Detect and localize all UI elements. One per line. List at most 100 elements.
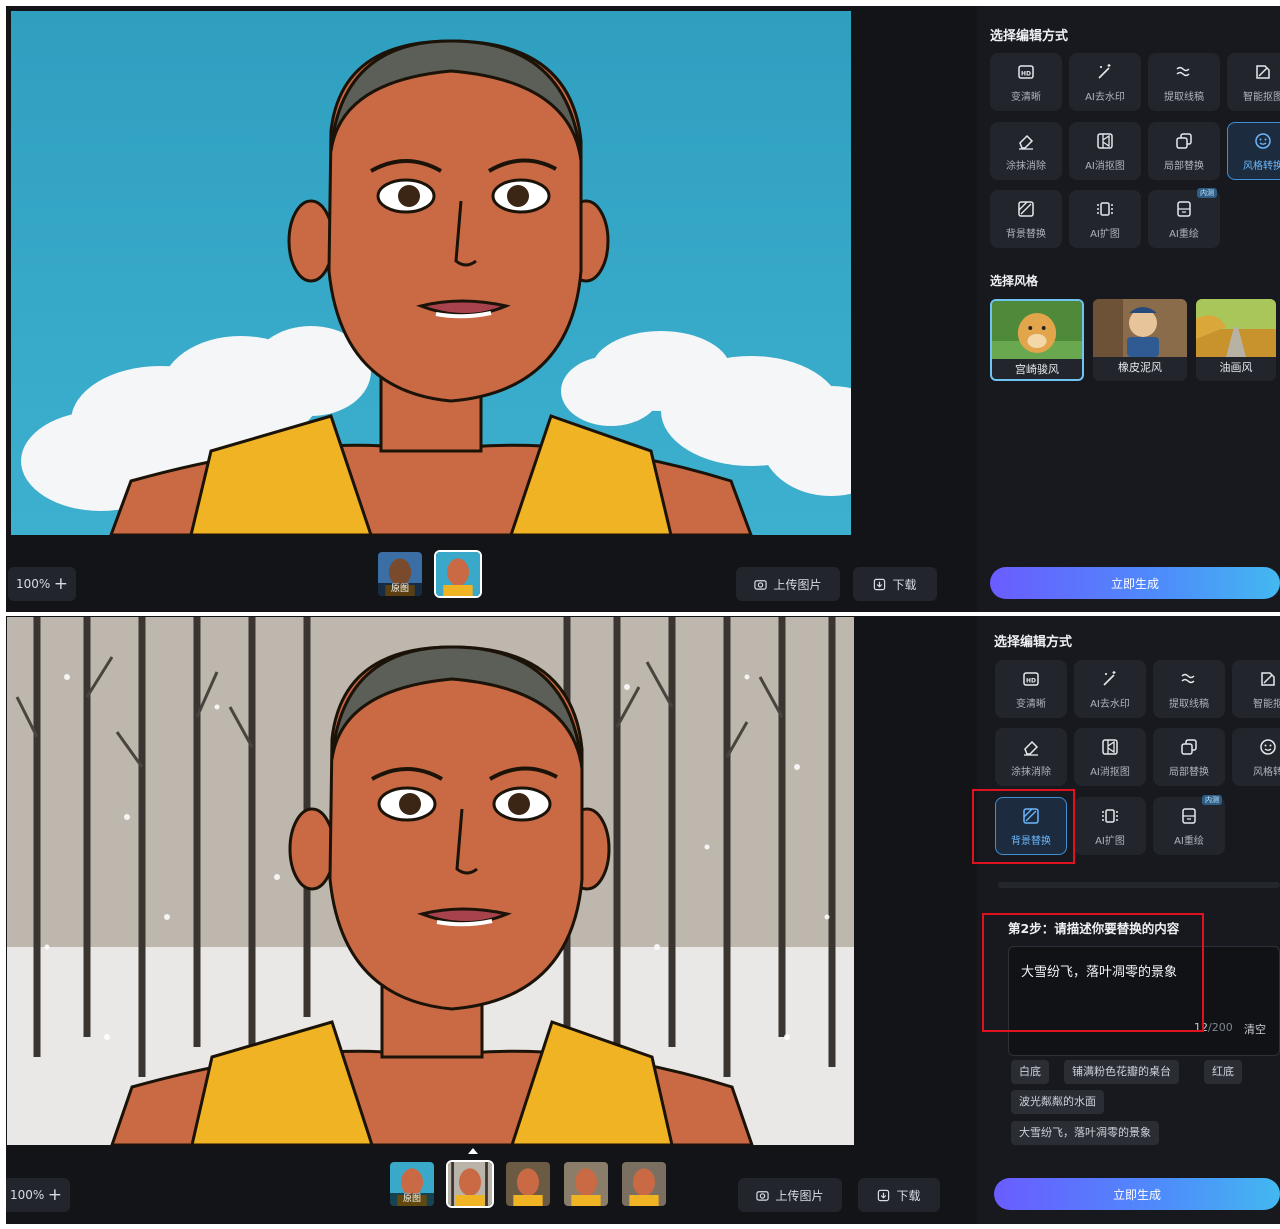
tool-partial-replace[interactable]: 局部替换 [1148,122,1220,180]
zoom-control[interactable]: 100% + [8,567,76,601]
style-label: 橡皮泥风 [1118,361,1162,374]
preset-chip[interactable]: 波光粼粼的水面 [1011,1090,1104,1114]
download-button[interactable]: 下载 [858,1178,940,1212]
tool-label: AI重绘 [1174,835,1204,847]
upload-image-button[interactable]: 上传图片 [736,567,840,601]
smart-cutout-icon [1261,671,1275,686]
download-icon [878,1189,890,1201]
tool-label: 风格转 [1253,766,1280,778]
selected-indicator [468,1148,478,1154]
tool-extract-lines[interactable]: 提取线稿 [1148,53,1220,111]
tool-smear-erase[interactable]: 涂抹消除 [995,728,1067,786]
line-extract-icon [1181,673,1195,683]
magic-wand-icon [1098,63,1111,79]
partial-replace-icon [1181,738,1197,755]
generate-button[interactable]: 立即生成 [990,567,1280,599]
zoom-value: 100% [10,1188,45,1202]
thumbnail-snow-3[interactable] [562,1160,610,1208]
tool-ai-expand[interactable]: AI扩图 [1074,797,1146,855]
magic-wand-icon [1103,670,1116,686]
thumbnail-snow-2[interactable] [504,1160,552,1208]
tool-enhance[interactable]: HD 变清晰 [995,660,1067,718]
tool-style-transfer[interactable]: 风格转 [1232,728,1280,786]
tool-label: 提取线稿 [1169,698,1209,710]
tool-remove-watermark[interactable]: AI去水印 [1074,660,1146,718]
style-transfer-icon [1260,738,1276,755]
clay-figure-preview [1093,299,1187,357]
eraser-icon [1019,134,1034,150]
zoom-value: 100% [16,577,51,591]
thumbnail-original[interactable]: 原图 [388,1160,436,1208]
beta-badge: 内测 [1202,795,1222,805]
thumbnail-snow-4[interactable] [620,1160,668,1208]
redraw-icon [1182,807,1196,824]
thumbnail-ghibli[interactable] [434,550,482,598]
preset-chip[interactable]: 白底 [1011,1060,1049,1084]
tool-ai-expand[interactable]: AI扩图 [1069,190,1141,248]
tool-enhance[interactable]: HD 变清晰 [990,53,1062,111]
tool-label: AI扩图 [1090,228,1120,240]
variant-thumb [564,1162,608,1206]
style-label: 油画风 [1219,361,1253,374]
expand-icon [1097,201,1113,216]
ai-cutout-icon [1097,132,1113,149]
preset-chip[interactable]: 大雪纷飞，落叶凋零的景象 [1011,1121,1159,1145]
tool-label: AI去水印 [1090,698,1130,710]
style-transfer-icon [1255,132,1271,149]
generate-button[interactable]: 立即生成 [994,1178,1280,1210]
expand-icon [1102,808,1118,823]
tool-label: 变清晰 [1016,698,1046,710]
background-replace-icon [1018,200,1034,217]
tool-label: 局部替换 [1164,160,1204,172]
tool-smart-cutout[interactable]: 智能抠图 [1227,53,1280,111]
tool-ai-cutout[interactable]: AI消抠图 [1074,728,1146,786]
zoom-control[interactable]: 100% + [6,1178,70,1212]
zoom-in-button[interactable]: + [48,1186,62,1204]
tool-ai-redraw[interactable]: AI重绘 内测 [1153,795,1225,855]
tool-background-replace[interactable]: 背景替换 [990,190,1062,248]
tool-extract-lines[interactable]: 提取线稿 [1153,660,1225,718]
download-icon [874,578,886,590]
golden-retriever-preview [992,301,1082,359]
ghibli-result-thumb [436,552,480,596]
zoom-in-button[interactable]: + [54,575,68,593]
download-button[interactable]: 下载 [853,567,937,601]
background-replace-icon [1023,807,1039,824]
tool-ai-redraw[interactable]: AI重绘 内测 [1148,188,1220,248]
tool-remove-watermark[interactable]: AI去水印 [1069,53,1141,111]
ai-cutout-icon [1102,738,1118,755]
tool-ai-cutout[interactable]: AI消抠图 [1069,122,1141,180]
clear-button[interactable]: 清空 [1244,1021,1266,1037]
tool-smart-cutout[interactable]: 智能抠 [1232,660,1280,718]
smart-cutout-icon [1256,64,1270,79]
style-card-clay[interactable]: 橡皮泥风 [1093,299,1187,381]
thumbnail-original[interactable]: 原图 [376,550,424,598]
tool-label: 涂抹消除 [1006,160,1046,172]
preset-chip[interactable]: 红底 [1204,1060,1242,1084]
tool-label: 局部替换 [1169,766,1209,778]
result-image-snow [7,617,854,1145]
tool-style-transfer[interactable]: 风格转换 [1227,122,1280,180]
char-counter: 12/200 [1194,1021,1233,1034]
svg-text:HD: HD [1026,677,1036,684]
tool-partial-replace[interactable]: 局部替换 [1153,728,1225,786]
preset-chip[interactable]: 铺满粉色花瓣的桌台 [1064,1060,1179,1084]
line-extract-icon [1176,66,1190,76]
result-thumbnails: 原图 [388,1160,668,1208]
upload-label: 上传图片 [773,577,822,592]
redraw-icon [1177,200,1191,217]
upload-image-button[interactable]: 上传图片 [738,1178,842,1212]
thumbnail-snow-1[interactable] [446,1160,494,1208]
prompt-textarea[interactable]: 大雪纷飞，落叶凋零的景象 [1008,946,1280,1056]
style-card-oil[interactable]: 油画风 [1196,299,1276,381]
result-thumbnails: 原图 [376,550,482,598]
style-card-ghibli[interactable]: 宫崎骏风 [990,299,1084,381]
tool-label: 背景替换 [1011,835,1051,847]
tool-background-replace[interactable]: 背景替换 [995,797,1067,855]
partial-replace-icon [1176,132,1192,149]
svg-text:HD: HD [1021,70,1031,77]
tool-label: 智能抠图 [1243,91,1280,103]
tool-smear-erase[interactable]: 涂抹消除 [990,122,1062,180]
tool-label: 涂抹消除 [1011,766,1051,778]
tool-label: 背景替换 [1006,228,1046,240]
